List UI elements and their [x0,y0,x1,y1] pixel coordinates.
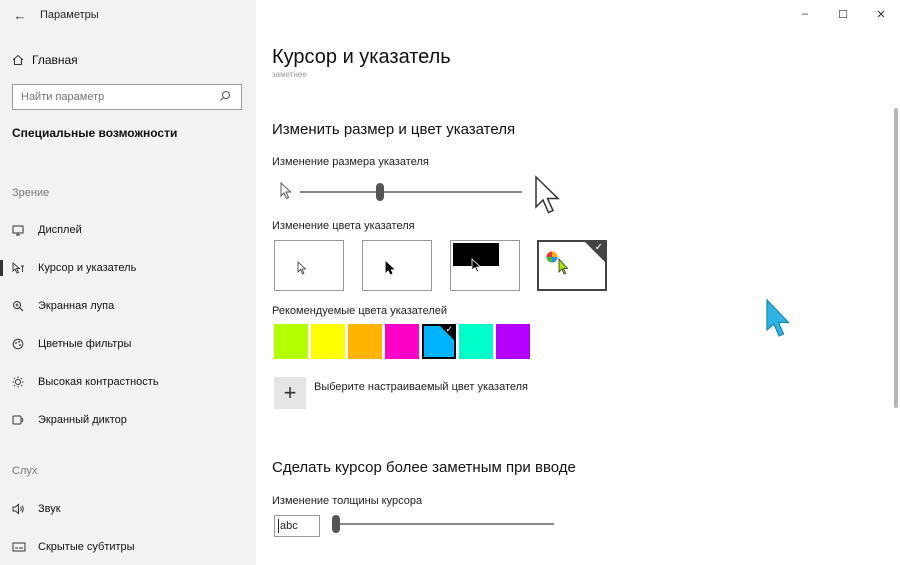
swatch-lime[interactable] [274,324,308,359]
thickness-label: Изменение толщины курсора [272,495,423,507]
size-slider-track[interactable] [300,191,522,193]
sidebar-item-label: Цветные фильтры [38,338,132,350]
back-arrow-icon: ← [13,7,27,23]
search-box[interactable] [12,84,242,110]
sidebar-item-narrator[interactable]: Экранный диктор [0,405,256,435]
sidebar-item-label: Скрытые субтитры [38,541,135,553]
sidebar-item-label: Экранный диктор [38,414,127,426]
home-icon [12,54,32,66]
size-slider-thumb[interactable] [375,183,384,201]
swatch-purple[interactable] [496,324,530,359]
titlebar: ← Параметры [0,0,256,30]
color-label: Изменение цвета указателя [272,220,415,232]
plus-icon: + [283,380,297,405]
swatch-orange[interactable] [348,324,382,359]
thickness-slider-thumb[interactable] [332,515,340,533]
swatch-yellow[interactable] [311,324,345,359]
check-icon: ✓ [445,324,453,334]
app-title: Параметры [40,9,99,21]
display-icon [12,224,38,236]
color-filter-icon [12,338,38,350]
back-button[interactable]: ← [0,0,40,30]
nav-home[interactable]: Главная [0,46,256,74]
group-label-hearing: Слух [12,465,38,477]
sidebar-item-display[interactable]: Дисплей [0,215,256,245]
sidebar-item-sound[interactable]: Звук [0,494,256,524]
sidebar-item-label: Звук [38,503,61,515]
size-large-cursor-icon [534,175,562,215]
thickness-preview-text: abc [280,520,298,532]
custom-color-label: Выберите настраиваемый цвет указателя [314,381,529,393]
sidebar-item-label: Курсор и указатель [38,262,137,274]
add-custom-color-button[interactable]: + [274,377,306,409]
color-option-black[interactable] [362,240,432,291]
sidebar-item-label: Дисплей [38,224,82,236]
sidebar-item-magnifier[interactable]: Экранная лупа [0,291,256,321]
sidebar-item-cursor[interactable]: Курсор и указатель [0,253,256,283]
sidebar-item-color-filters[interactable]: Цветные фильтры [0,329,256,359]
main-content: Курсор и указатель заметнее Изменить раз… [256,0,900,565]
group-label-vision: Зрение [12,187,50,199]
sidebar-item-high-contrast[interactable]: Высокая контрастность [0,367,256,397]
search-input[interactable] [21,91,219,103]
scrollbar[interactable] [894,108,898,408]
check-icon: ✓ [594,242,603,253]
thickness-preview: abc [274,515,320,537]
color-option-white[interactable] [274,240,344,291]
section-title: Специальные возможности [12,126,178,140]
sidebar-item-captions[interactable]: Скрытые субтитры [0,532,256,562]
swatch-aqua[interactable] [459,324,493,359]
color-option-inverted[interactable] [450,240,520,291]
sidebar-item-label: Высокая контрастность [38,376,159,388]
speaker-icon [12,503,38,515]
thickness-slider-track[interactable] [332,523,554,525]
recommended-label: Рекомендуемые цвета указателей [272,305,448,317]
section-heading-text-cursor: Сделать курсор более заметным при вводе [272,459,576,476]
size-label: Изменение размера указателя [272,156,429,168]
cursor-icon [12,262,38,274]
swatch-magenta[interactable] [385,324,419,359]
contrast-icon [12,376,38,388]
text-caret [278,519,279,533]
sidebar: ← Параметры Главная Специальные возможно… [0,0,256,565]
search-icon[interactable] [219,90,233,104]
blue-cursor-preview-icon [764,298,792,340]
captions-icon [12,541,38,553]
color-option-custom[interactable]: ✓ [537,240,607,291]
sidebar-item-label: Экранная лупа [38,300,115,312]
swatch-blue[interactable]: ✓ [422,324,456,359]
narrator-icon [12,414,38,426]
page-title: Курсор и указатель [272,46,451,68]
magnifier-icon [12,300,38,312]
section-heading-size-color: Изменить размер и цвет указателя [272,121,516,138]
nav-home-label: Главная [32,53,78,67]
cut-off-text: заметнее [272,72,307,78]
size-small-cursor-icon [280,182,292,200]
